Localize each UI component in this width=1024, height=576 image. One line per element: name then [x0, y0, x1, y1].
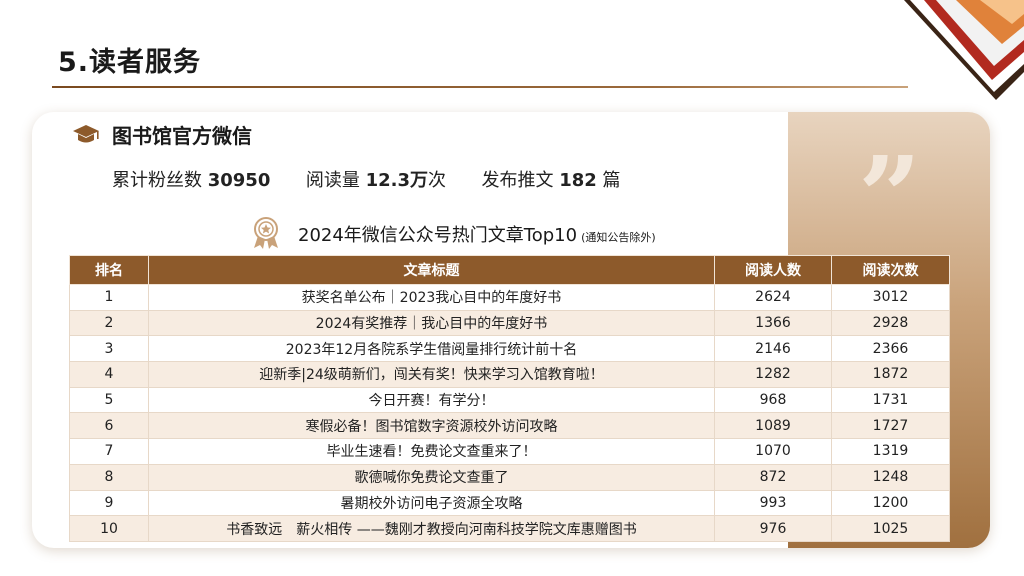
cell-title: 获奖名单公布｜2023我心目中的年度好书 [148, 284, 715, 311]
quote-icon: ” [858, 132, 922, 261]
cell-reads: 2366 [831, 335, 950, 363]
table-row: 6 寒假必备！图书馆数字资源校外访问攻略 1089 1727 [69, 412, 950, 440]
table-caption-title: 2024年微信公众号热门文章Top10 [298, 225, 578, 246]
title-divider [52, 86, 908, 88]
cell-readers: 993 [714, 489, 832, 517]
table-caption: 2024年微信公众号热门文章Top10 (通知公告除外) [298, 221, 656, 247]
cell-title: 迎新季|24级萌新们，闯关有奖！快来学习入馆教育啦！ [148, 361, 715, 388]
table-row: 8 歌德喊你免费论文查重了 872 1248 [69, 463, 950, 491]
page-title: 5.读者服务 [58, 47, 202, 78]
cell-title: 2024有奖推荐｜我心目中的年度好书 [148, 309, 715, 337]
header-rank: 排名 [69, 255, 149, 285]
cell-rank: 3 [69, 335, 149, 363]
cell-reads: 1025 [831, 515, 950, 542]
header-title: 文章标题 [148, 255, 715, 285]
posts-label: 发布推文 [481, 170, 554, 191]
reads-value: 12.3万 [365, 170, 428, 191]
cell-reads: 2928 [831, 309, 950, 337]
table-header-row: 排名 文章标题 阅读人数 阅读次数 [69, 255, 950, 285]
cell-readers: 1089 [714, 412, 832, 440]
cell-reads: 1731 [831, 386, 950, 414]
cell-reads: 1727 [831, 412, 950, 440]
table-row: 2 2024有奖推荐｜我心目中的年度好书 1366 2928 [69, 309, 950, 337]
cell-rank: 1 [69, 284, 149, 311]
cell-readers: 1282 [714, 361, 832, 388]
section-title: 图书馆官方微信 [112, 124, 252, 148]
cell-reads: 1319 [831, 438, 950, 465]
cell-title: 暑期校外访问电子资源全攻略 [148, 489, 715, 517]
cell-readers: 2146 [714, 335, 832, 363]
top-articles-table: 排名 文章标题 阅读人数 阅读次数 1 获奖名单公布｜2023我心目中的年度好书… [69, 255, 950, 542]
cell-reads: 1200 [831, 489, 950, 517]
table-caption-note: (通知公告除外) [581, 231, 656, 244]
cell-rank: 2 [69, 309, 149, 337]
cell-readers: 1366 [714, 309, 832, 337]
fans-label: 累计粉丝数 [112, 170, 202, 191]
cell-rank: 6 [69, 412, 149, 440]
reads-label: 阅读量 [305, 170, 360, 191]
cell-readers: 872 [714, 463, 832, 491]
cell-title: 今日开赛！有学分！ [148, 386, 715, 414]
reads-unit: 次 [427, 170, 446, 191]
header-readers: 阅读人数 [714, 255, 832, 285]
header-reads: 阅读次数 [831, 255, 950, 285]
table-row: 3 2023年12月各院系学生借阅量排行统计前十名 2146 2366 [69, 335, 950, 363]
graduation-cap-icon [73, 125, 99, 143]
cell-reads: 1248 [831, 463, 950, 491]
cell-title: 书香致远 薪火相传 ——魏刚才教授向河南科技学院文库惠赠图书 [148, 515, 715, 542]
award-medal-icon [254, 217, 278, 249]
cell-title: 寒假必备！图书馆数字资源校外访问攻略 [148, 412, 715, 440]
cell-rank: 10 [69, 515, 149, 542]
table-row: 10 书香致远 薪火相传 ——魏刚才教授向河南科技学院文库惠赠图书 976 10… [69, 515, 950, 542]
table-row: 5 今日开赛！有学分！ 968 1731 [69, 386, 950, 414]
table-row: 9 暑期校外访问电子资源全攻略 993 1200 [69, 489, 950, 517]
cell-rank: 9 [69, 489, 149, 517]
table-row: 7 毕业生速看！免费论文查重来了！ 1070 1319 [69, 438, 950, 465]
cell-rank: 4 [69, 361, 149, 388]
cell-title: 2023年12月各院系学生借阅量排行统计前十名 [148, 335, 715, 363]
cell-readers: 2624 [714, 284, 832, 311]
table-row: 4 迎新季|24级萌新们，闯关有奖！快来学习入馆教育啦！ 1282 1872 [69, 361, 950, 388]
cell-rank: 5 [69, 386, 149, 414]
posts-unit: 篇 [602, 170, 621, 191]
book-stack-icon [904, 0, 1024, 100]
cell-readers: 968 [714, 386, 832, 414]
cell-readers: 976 [714, 515, 832, 542]
wechat-stats: 累计粉丝数 30950 阅读量 12.3万次 发布推文 182 篇 [112, 166, 621, 192]
table-row: 1 获奖名单公布｜2023我心目中的年度好书 2624 3012 [69, 284, 950, 311]
cell-title: 毕业生速看！免费论文查重来了！ [148, 438, 715, 465]
cell-rank: 8 [69, 463, 149, 491]
cell-reads: 1872 [831, 361, 950, 388]
cell-reads: 3012 [831, 284, 950, 311]
fans-value: 30950 [207, 170, 271, 191]
cell-rank: 7 [69, 438, 149, 465]
wechat-service-card: ” 图书馆官方微信 累计粉丝数 30950 阅读量 12.3万次 发布推文 18… [32, 112, 990, 548]
cell-title: 歌德喊你免费论文查重了 [148, 463, 715, 491]
posts-value: 182 [559, 170, 597, 191]
cell-readers: 1070 [714, 438, 832, 465]
